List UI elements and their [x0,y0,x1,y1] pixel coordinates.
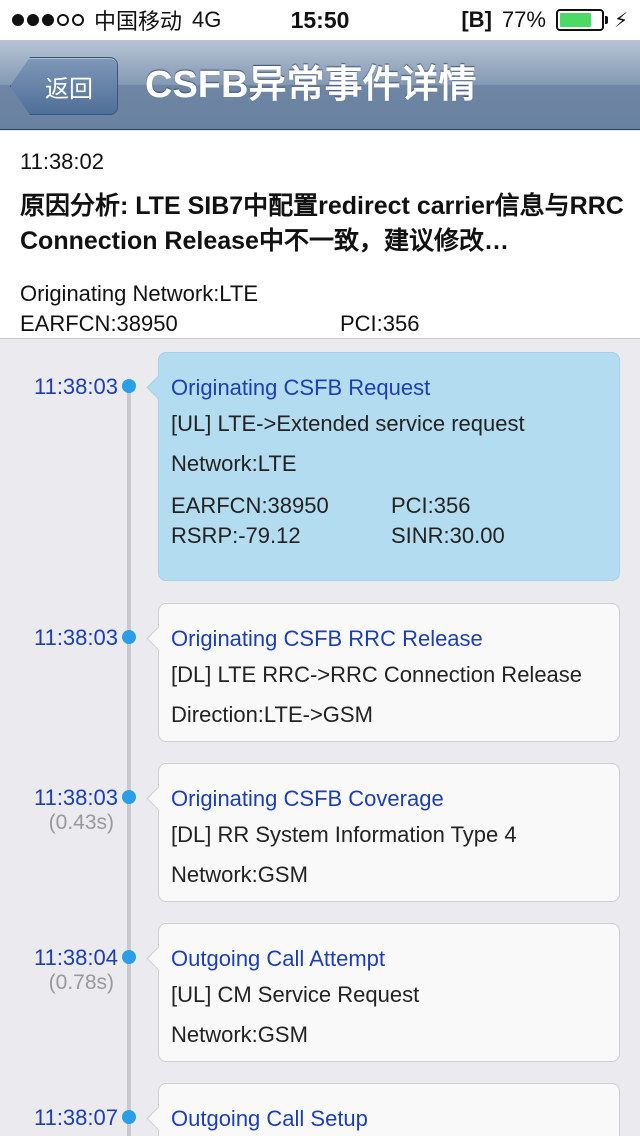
battery-icon [555,9,608,31]
timeline-dot-icon [122,1110,136,1124]
event-title: Originating CSFB Request [171,375,431,400]
event-summary: 11:38:02 原因分析: LTE SIB7中配置redirect carri… [0,131,640,339]
status-left: 中国移动 4G [12,0,221,40]
event-earfcn: EARFCN:38950 [171,493,329,518]
battery-percent: 77% [501,7,546,32]
cause-analysis: 原因分析: LTE SIB7中配置redirect carrier信息与RRC … [20,192,624,255]
charging-icon: ⚡ [613,9,628,32]
event-title: Outgoing Call Setup [171,1106,368,1131]
event-time: 11:38:03 [33,374,118,399]
event-delta: (0.78s) [48,971,114,994]
carrier-name: 中国移动 [94,9,183,34]
navigation-bar: 返回 CSFB异常事件详情 [0,40,640,130]
summary-time: 11:38:02 [20,149,105,174]
page-title: CSFB异常事件详情 [145,64,477,106]
event-card[interactable]: Outgoing Call Setup [158,1083,620,1136]
event-title: Originating CSFB RRC Release [171,626,483,651]
summary-earfcn: EARFCN:38950 [20,311,178,336]
event-title: Originating CSFB Coverage [171,786,444,811]
network-type: 4G [192,7,222,32]
event-card[interactable]: Originating CSFB Request [UL] LTE->Exten… [158,352,620,581]
back-button[interactable]: 返回 [10,57,118,115]
event-card[interactable]: Originating CSFB Coverage [DL] RR System… [158,763,620,902]
back-button-label: 返回 [45,75,93,103]
event-time: 11:38:07 [33,1105,118,1130]
timeline-line [127,380,131,1136]
event-message: [UL] CM Service Request [171,982,420,1007]
event-time: 11:38:04 [33,945,118,970]
timeline-dot-icon [122,950,136,964]
event-message: [DL] RR System Information Type 4 [171,822,517,847]
signal-strength-icon [12,14,84,26]
event-message: [DL] LTE RRC->RRC Connection Release [171,662,583,687]
event-rsrp: RSRP:-79.12 [171,523,301,548]
timeline-dot-icon [122,630,136,644]
event-message: [UL] LTE->Extended service request [171,411,525,436]
event-detail: Network:LTE [171,451,297,476]
event-detail: Direction:LTE->GSM [171,702,373,727]
event-card[interactable]: Originating CSFB RRC Release [DL] LTE RR… [158,603,620,742]
event-delta: (0.43s) [48,811,114,834]
event-detail: Network:GSM [171,1022,308,1047]
summary-pci: PCI:356 [340,311,420,336]
event-kv-row: EARFCN:38950 PCI:356 [171,491,607,521]
event-pci: PCI:356 [391,493,471,518]
originating-network: Originating Network:LTE [20,281,259,306]
status-bar: 中国移动 4G 15:50 [B] 77% ⚡ [0,0,640,40]
b-status-icon: [B] [461,7,492,32]
timeline-dot-icon [122,790,136,804]
event-title: Outgoing Call Attempt [171,946,386,971]
status-right: [B] 77% ⚡ [461,0,628,40]
event-sinr: SINR:30.00 [391,523,505,548]
event-kv-row: RSRP:-79.12 SINR:30.00 [171,521,607,551]
event-detail: Network:GSM [171,862,308,887]
event-card[interactable]: Outgoing Call Attempt [UL] CM Service Re… [158,923,620,1062]
timeline-dot-icon [122,379,136,393]
event-time: 11:38:03 [33,625,118,650]
event-time: 11:38:03 [33,785,118,810]
